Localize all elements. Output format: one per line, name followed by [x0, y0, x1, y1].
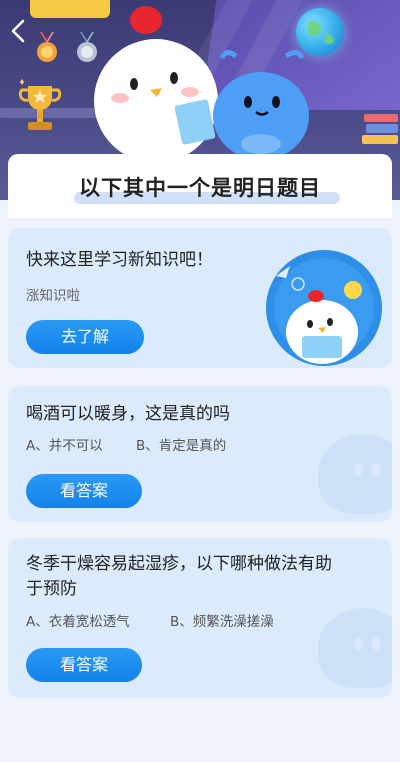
- alien-mascot: [213, 50, 309, 158]
- view-answer-button[interactable]: 看答案: [26, 474, 142, 508]
- watermark-eye: [372, 464, 380, 476]
- watermark-eye: [372, 638, 380, 650]
- medal-icon: [37, 32, 57, 62]
- watermark-eye: [354, 464, 362, 476]
- question-title-line: 于预防: [26, 579, 77, 599]
- title-strip: 以下其中一个是明日题目: [8, 154, 392, 218]
- learn-card-title: 快来这里学习新知识吧！: [26, 250, 213, 270]
- back-button[interactable]: [8, 18, 32, 46]
- learn-more-button[interactable]: 去了解: [26, 320, 144, 354]
- page-title: 以下其中一个是明日题目: [79, 176, 321, 200]
- question-card: 冬季干燥容易起湿疹，以下哪种做法有助 于预防 A、衣着宽松透气 B、频繁洗澡搓澡…: [8, 538, 392, 698]
- option-b[interactable]: B、频繁洗澡搓澡: [170, 610, 274, 630]
- chick-reading-illustration: [266, 250, 382, 366]
- learn-card-subtitle: 涨知识啦: [26, 288, 80, 304]
- question-title: 喝酒可以暖身，这是真的吗: [26, 402, 230, 427]
- option-a[interactable]: A、衣着宽松透气: [26, 610, 130, 630]
- question-title: 冬季干燥容易起湿疹，以下哪种做法有助 于预防: [26, 552, 382, 602]
- question-card: 喝酒可以暖身，这是真的吗 A、并不可以 B、肯定是真的 看答案: [8, 386, 392, 522]
- view-answer-button[interactable]: 看答案: [26, 648, 142, 682]
- trophy-icon: [18, 79, 62, 130]
- question-title-line: 冬季干燥容易起湿疹，以下哪种做法有助: [26, 554, 332, 574]
- chick-mascot: [94, 6, 218, 156]
- option-b[interactable]: B、肯定是真的: [136, 434, 226, 454]
- chevron-left-icon: [11, 19, 25, 43]
- learn-card: 快来这里学习新知识吧！ 涨知识啦 去了解: [8, 228, 392, 368]
- option-a[interactable]: A、并不可以: [26, 434, 103, 454]
- books-icon: [362, 114, 398, 144]
- question-title-line: 喝酒可以暖身，这是真的吗: [26, 404, 230, 424]
- watermark-eye: [354, 638, 362, 650]
